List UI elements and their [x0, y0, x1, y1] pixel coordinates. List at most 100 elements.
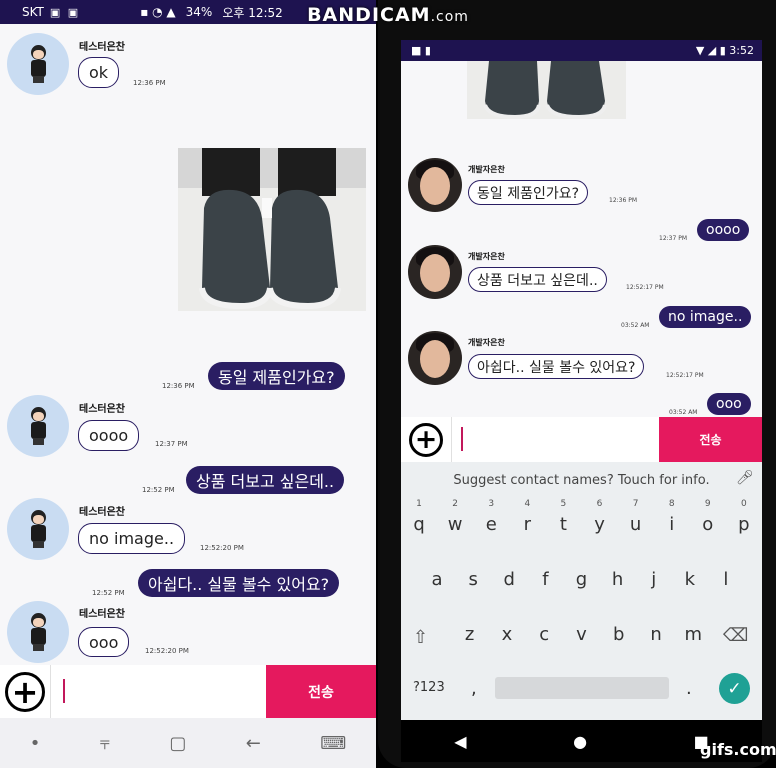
left-navigation-bar: • ⫧ ▢ ← ⌨ [0, 718, 376, 768]
back-icon[interactable]: ◀ [454, 732, 466, 751]
message-time: 12:52 PM [142, 486, 175, 494]
key-s[interactable]: s [458, 569, 488, 590]
message-input[interactable] [50, 665, 266, 718]
key-e[interactable]: e3 [476, 499, 506, 535]
incoming-message[interactable]: ooo [78, 627, 130, 657]
backspace-icon[interactable]: ⌫ [723, 625, 748, 646]
key-q[interactable]: q1 [404, 499, 434, 535]
outgoing-message[interactable]: no image.. [659, 306, 752, 328]
key-v[interactable]: v [566, 624, 596, 645]
space-key[interactable] [495, 677, 669, 699]
shoe-image-icon [178, 148, 366, 310]
incoming-message[interactable]: oooo [78, 420, 140, 451]
key-r[interactable]: r4 [512, 499, 542, 535]
key-k[interactable]: k [675, 569, 705, 590]
comma-key[interactable]: , [471, 678, 477, 699]
message-time: 12:36 PM [162, 382, 195, 390]
incoming-message[interactable]: 상품 더보고 싶은데.. [468, 267, 607, 292]
key-j[interactable]: j [639, 569, 669, 590]
key-a[interactable]: a [422, 569, 452, 590]
back-icon[interactable]: ← [246, 733, 261, 754]
key-m[interactable]: m [678, 624, 708, 645]
key-p[interactable]: p0 [729, 499, 759, 535]
watermark-suffix: .com [430, 9, 469, 25]
recorder-watermark: BANDICAM.com [0, 4, 776, 26]
sender-name: 테스터은찬 [79, 609, 125, 620]
home-icon[interactable]: ▢ [169, 733, 186, 754]
tester-avatar[interactable] [7, 395, 69, 457]
shoe-photo[interactable] [178, 148, 366, 311]
period-key[interactable]: . [686, 678, 692, 699]
key-g[interactable]: g [566, 569, 596, 590]
key-h[interactable]: h [603, 569, 633, 590]
keyboard-row-3: zxcvbnm [401, 624, 762, 645]
key-x[interactable]: x [492, 624, 522, 645]
developer-avatar[interactable] [408, 331, 462, 385]
sender-name: 개발자은찬 [468, 252, 505, 261]
outgoing-message[interactable]: oooo [697, 219, 750, 241]
recent-apps-icon[interactable]: ⫧ [100, 733, 110, 754]
outgoing-message[interactable]: 아쉽다.. 실물 볼수 있어요? [138, 569, 340, 597]
text-cursor [461, 427, 463, 451]
status-clock: 3:52 [729, 44, 754, 57]
send-button[interactable]: 전송 [659, 417, 762, 462]
soft-keyboard: Suggest contact names? Touch for info. 🎤… [401, 462, 762, 720]
outgoing-message[interactable]: 상품 더보고 싶은데.. [186, 466, 345, 494]
tester-avatar[interactable] [7, 498, 69, 560]
notification-icons: ■ ▮ [411, 44, 431, 57]
message-time: 03:52 AM [669, 409, 698, 416]
key-l[interactable]: l [711, 569, 741, 590]
tester-avatar[interactable] [7, 601, 69, 663]
suggestion-text: Suggest contact names? Touch for info. [453, 472, 710, 488]
plus-icon: + [5, 671, 45, 712]
home-icon[interactable]: ● [573, 732, 587, 751]
keyboard-row-2: asdfghjkl [401, 569, 762, 590]
key-f[interactable]: f [530, 569, 560, 590]
outgoing-message[interactable]: ooo [707, 393, 751, 415]
incoming-message[interactable]: ok [78, 57, 120, 88]
keyboard-icon[interactable]: ⌨ [320, 733, 346, 754]
message-input[interactable] [451, 417, 659, 462]
incoming-message[interactable]: no image.. [78, 523, 186, 554]
outgoing-message[interactable]: 동일 제품인가요? [208, 362, 345, 390]
developer-avatar[interactable] [408, 245, 462, 299]
suggestion-strip[interactable]: Suggest contact names? Touch for info. [401, 462, 762, 498]
key-o[interactable]: o9 [693, 499, 723, 535]
text-cursor [63, 679, 65, 703]
message-time: 12:52:17 PM [666, 372, 704, 379]
plus-icon: + [409, 422, 443, 457]
shift-icon[interactable]: ⇧ [413, 627, 439, 648]
message-time: 12:52:17 PM [626, 284, 664, 291]
key-w[interactable]: w2 [440, 499, 470, 535]
tester-avatar[interactable] [7, 33, 69, 95]
sender-name: 테스터은찬 [79, 404, 125, 415]
sender-name: 개발자은찬 [468, 165, 505, 174]
watermark-title: BANDICAM [307, 4, 431, 26]
message-time: 12:37 PM [659, 235, 687, 242]
attach-button[interactable]: + [0, 665, 50, 718]
key-t[interactable]: t5 [548, 499, 578, 535]
message-time: 12:36 PM [609, 197, 637, 204]
incoming-message[interactable]: 아쉽다.. 실물 볼수 있어요? [468, 354, 645, 379]
right-chat-area: 개발자은찬 동일 제품인가요? 12:36 PM oooo 12:37 PM 개… [401, 61, 762, 417]
key-i[interactable]: i8 [657, 499, 687, 535]
message-time: 03:52 AM [621, 322, 650, 329]
key-n[interactable]: n [641, 624, 671, 645]
send-button[interactable]: 전송 [266, 665, 376, 718]
attach-button[interactable]: + [401, 417, 451, 462]
message-time: 12:37 PM [155, 440, 188, 448]
dot-icon[interactable]: • [30, 733, 41, 754]
shoe-photo[interactable] [467, 61, 626, 119]
symbols-key[interactable]: ?123 [413, 680, 445, 695]
enter-key[interactable]: ✓ [719, 673, 750, 704]
key-d[interactable]: d [494, 569, 524, 590]
microphone-icon[interactable]: 🎤︎ [736, 470, 754, 486]
incoming-message[interactable]: 동일 제품인가요? [468, 180, 589, 205]
key-z[interactable]: z [455, 624, 485, 645]
developer-avatar[interactable] [408, 158, 462, 212]
key-b[interactable]: b [604, 624, 634, 645]
key-c[interactable]: c [529, 624, 559, 645]
key-u[interactable]: u7 [621, 499, 651, 535]
message-time: 12:52:20 PM [200, 544, 244, 552]
key-y[interactable]: y6 [585, 499, 615, 535]
